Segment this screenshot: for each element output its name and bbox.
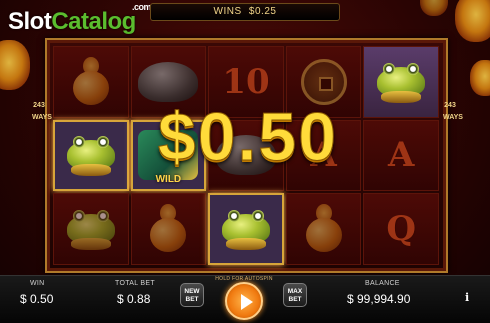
balance-value: $ 99,994.90 <box>347 292 411 306</box>
info-button[interactable]: i <box>465 291 469 304</box>
wins-banner: WINS $0.25 <box>150 3 340 21</box>
new-bet-button[interactable]: NEW BET <box>180 283 204 307</box>
game-stage: SlotCatalog .com WINS $0.25 243 WAYS 243… <box>0 0 490 323</box>
reel-cell <box>130 193 207 265</box>
balance-label: BALANCE <box>365 280 400 287</box>
ways-side-label-right: 243 WAYS <box>443 102 463 121</box>
reel-cell <box>53 193 129 265</box>
ace-symbol: A <box>387 135 415 176</box>
spin-button[interactable] <box>225 282 263 320</box>
frog-icon <box>218 206 274 252</box>
wins-label: WINS <box>213 6 242 17</box>
lantern-icon <box>455 0 490 42</box>
reel-cell <box>285 193 362 265</box>
total-bet-label: TOTAL BET <box>115 280 155 287</box>
turtle-icon <box>138 61 199 102</box>
reel-cell-winning <box>208 193 284 265</box>
lantern-icon <box>0 40 30 90</box>
gourd-icon <box>304 204 344 254</box>
ways-side-label-left: 243 WAYS <box>32 102 52 121</box>
wins-value: $0.25 <box>248 6 277 17</box>
win-amount-overlay: $0.50 <box>157 99 339 176</box>
logo-slot-text: Slot <box>8 8 52 35</box>
queen-symbol: Q <box>386 209 416 250</box>
logo-com-text: .com <box>132 2 152 12</box>
site-logo: SlotCatalog .com <box>8 2 152 36</box>
ten-symbol: 10 <box>222 61 270 102</box>
frog-icon <box>63 206 119 252</box>
gourd-icon <box>148 204 188 254</box>
win-value: $ 0.50 <box>20 292 54 306</box>
gourd-icon <box>71 56 111 107</box>
lantern-icon <box>470 60 490 96</box>
reel-cell: Q <box>363 193 439 265</box>
lantern-icon <box>420 0 448 16</box>
total-bet-value: $ 0.88 <box>117 292 151 306</box>
max-bet-button[interactable]: MAX BET <box>283 283 307 307</box>
win-label: WIN <box>30 280 45 287</box>
logo-catalog-text: Catalog <box>51 8 136 35</box>
